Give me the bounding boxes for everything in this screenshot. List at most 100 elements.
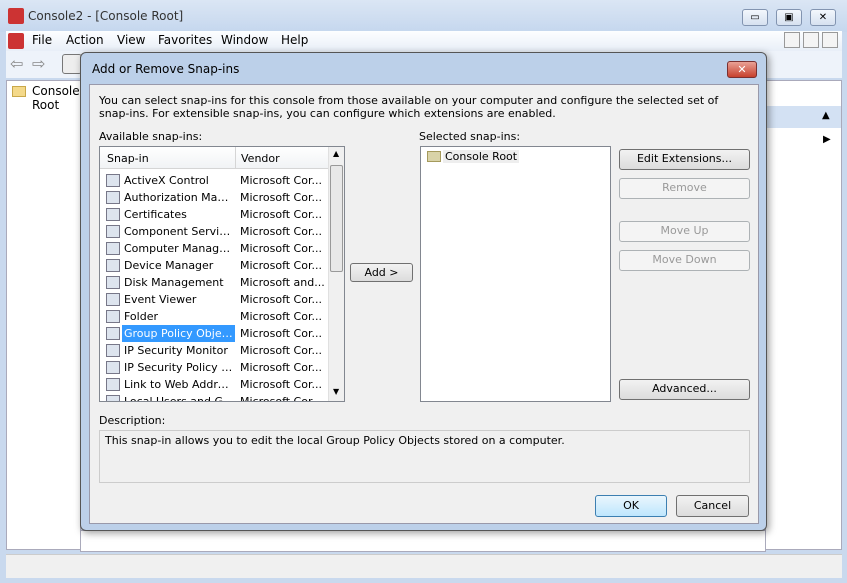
edit-extensions-button[interactable]: Edit Extensions... [619,149,750,170]
snapin-vendor: Microsoft Cor... [240,174,322,187]
snapin-vendor: Microsoft Cor... [240,259,322,272]
snapin-icon [106,293,120,306]
menu-file[interactable]: File [32,33,52,47]
snapin-name: IP Security Policy M... [124,361,235,374]
column-header-snapin[interactable]: Snap-in [107,152,149,165]
child-restore-button[interactable] [803,32,819,48]
ok-button[interactable]: OK [595,495,667,517]
more-actions-arrow-icon[interactable]: ▶ [823,134,831,145]
snapin-row[interactable]: Link to Web Address Microsoft Cor... [100,376,330,393]
snapin-icon [106,344,120,357]
snapin-vendor: Microsoft Cor... [240,191,322,204]
child-close-button[interactable] [822,32,838,48]
snapin-name: Disk Management [124,276,224,289]
description-label: Description: [99,414,166,427]
tree-pane: Console Root [6,80,81,550]
snapin-icon [106,174,120,187]
selected-snapins-label: Selected snap-ins: [419,130,521,143]
add-button[interactable]: Add > [350,263,413,282]
snapin-vendor: Microsoft and... [240,276,325,289]
available-snapins-list[interactable]: Snap-in Vendor ActiveX Control Microsoft … [99,146,345,402]
snapin-vendor: Microsoft Cor... [240,327,322,340]
snapin-row[interactable]: Group Policy Object ... Microsoft Cor... [100,325,330,342]
scroll-up-icon[interactable]: ▲ [333,149,339,158]
menu-window[interactable]: Window [221,33,268,47]
snapin-icon [106,378,120,391]
snapin-row[interactable]: Folder Microsoft Cor... [100,308,330,325]
snapin-icon [106,327,120,340]
selected-snapins-list[interactable]: Console Root [420,146,611,402]
snapin-row[interactable]: IP Security Policy M... Microsoft Cor... [100,359,330,376]
menu-action[interactable]: Action [66,33,104,47]
snapin-vendor: Microsoft Cor... [240,310,322,323]
snapin-vendor: Microsoft Cor... [240,225,322,238]
scrollbar-thumb[interactable] [330,165,343,272]
snapin-row[interactable]: Authorization Manager Microsoft Cor... [100,189,330,206]
cancel-button[interactable]: Cancel [676,495,749,517]
snapin-row[interactable]: IP Security Monitor Microsoft Cor... [100,342,330,359]
snapin-row[interactable]: Device Manager Microsoft Cor... [100,257,330,274]
move-down-button[interactable]: Move Down [619,250,750,271]
snapin-icon [106,242,120,255]
snapin-vendor: Microsoft Cor... [240,242,322,255]
snapin-row[interactable]: Certificates Microsoft Cor... [100,206,330,223]
snapin-name: Event Viewer [124,293,197,306]
move-up-button[interactable]: Move Up [619,221,750,242]
available-snapins-label: Available snap-ins: [99,130,203,143]
child-minimize-button[interactable] [784,32,800,48]
snapin-name: Authorization Manager [124,191,235,204]
forward-arrow-icon[interactable]: ⇨ [32,54,45,73]
advanced-button[interactable]: Advanced... [619,379,750,400]
snapin-vendor: Microsoft Cor... [240,378,322,391]
collapse-up-icon[interactable]: ▲ [822,110,830,121]
menu-favorites[interactable]: Favorites [158,33,212,47]
vertical-scrollbar[interactable]: ▲ ▼ [328,147,344,401]
snapin-name: Computer Managem... [124,242,235,255]
menu-view[interactable]: View [117,33,145,47]
list-header: Snap-in Vendor [100,147,328,169]
remove-button[interactable]: Remove [619,178,750,199]
snapin-name: Local Users and Gro... [124,395,235,402]
column-header-vendor[interactable]: Vendor [241,152,280,165]
back-arrow-icon[interactable]: ⇦ [10,54,23,73]
close-button[interactable]: ✕ [810,9,836,26]
snapin-vendor: Microsoft Cor... [240,361,322,374]
snapin-row[interactable]: Disk Management Microsoft and... [100,274,330,291]
dialog-title: Add or Remove Snap-ins [92,62,240,76]
maximize-button[interactable]: ▣ [776,9,802,26]
dialog-body: You can select snap-ins for this console… [89,84,759,524]
show-hide-tree-icon[interactable] [62,54,82,74]
snapin-name: ActiveX Control [124,174,209,187]
snapin-icon [106,276,120,289]
snapin-name: Device Manager [124,259,214,272]
result-pane [80,530,766,552]
console-app-icon [8,8,24,24]
scroll-down-icon[interactable]: ▼ [333,387,339,396]
actions-header[interactable]: ▲ [766,106,841,128]
menu-help[interactable]: Help [281,33,308,47]
window-title: Console2 - [Console Root] [28,9,184,23]
snapin-icon [106,191,120,204]
snapin-name: Link to Web Address [124,378,235,391]
snapin-row[interactable]: ActiveX Control Microsoft Cor... [100,172,330,189]
snapin-row[interactable]: Computer Managem... Microsoft Cor... [100,240,330,257]
dialog-close-button[interactable]: ✕ [727,61,757,78]
console-root-folder-icon [427,151,441,162]
snapin-icon [106,208,120,221]
selected-item-console-root[interactable]: Console Root [443,150,520,163]
snapin-icon [106,310,120,323]
snapin-vendor: Microsoft Cor... [240,395,322,402]
snapin-name: Folder [124,310,158,323]
minimize-button[interactable]: ▭ [742,9,768,26]
snapin-name: Group Policy Object ... [122,325,235,342]
snapin-name: Certificates [124,208,187,221]
column-divider[interactable] [235,147,236,169]
snapin-row[interactable]: Component Services Microsoft Cor... [100,223,330,240]
tree-item-console-root[interactable]: Console Root [32,84,80,112]
add-remove-snapins-dialog: Add or Remove Snap-ins ✕ You can select … [80,52,767,531]
snapin-row[interactable]: Local Users and Gro... Microsoft Cor... [100,393,330,402]
snapin-row[interactable]: Event Viewer Microsoft Cor... [100,291,330,308]
snapin-icon [106,361,120,374]
console-menu-icon[interactable] [8,33,24,49]
snapin-icon [106,395,120,401]
